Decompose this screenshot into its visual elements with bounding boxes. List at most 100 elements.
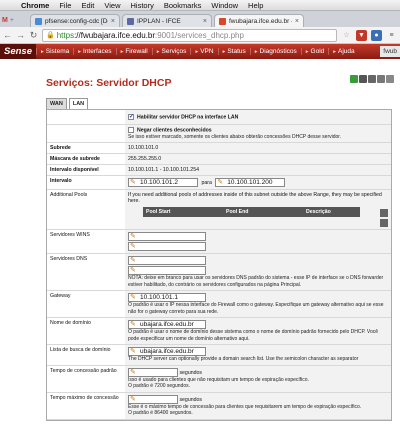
subnet-row: Subrede 10.100.101.0 [47,143,391,155]
enable-row: Habilitar servidor DHCP na interface LAN [47,110,391,126]
interface-tabs: WAN LAN [46,98,392,109]
extension-icon[interactable]: ● [371,29,382,41]
max-lease-input[interactable]: ✎ [128,394,178,404]
pools-row: Additional Pools If you need additional … [47,190,391,231]
enable-label: Habilitar servidor DHCP na interface LAN [137,114,239,121]
nav-vpn[interactable]: ▸ VPN [190,48,217,55]
lease-label: Tempo de concessão padrão [47,365,125,392]
menu-history[interactable]: History [131,1,154,10]
lease-row: Tempo de concessão padrão ✎ segundos Iss… [47,365,391,393]
status-icon[interactable] [350,75,358,83]
nav-interfaces[interactable]: ▸ Interfaces [73,48,115,55]
enable-dhcp-checkbox[interactable] [128,113,134,120]
dns-server-2-input[interactable]: ✎ [128,266,206,276]
deny-help: Se isso estiver marcado, somente os clie… [128,133,342,140]
dns-label: Servidores DNS [47,254,125,291]
tab-wan[interactable]: WAN [46,98,67,109]
browser-tab[interactable]: pfsense:config-cdc [Docu... × [30,14,120,27]
browser-tab-active[interactable]: fwubajara.ifce.edu.br - Se... × [214,14,304,27]
gateway-input[interactable]: ✎ 10.100.101.1 [128,293,206,303]
subnet-label: Subrede [47,143,125,154]
range-available-label: Intervalo disponível [47,165,125,176]
wins-row: Servidores WINS ✎ ✎ [47,230,391,255]
menu-file[interactable]: File [59,1,71,10]
pencil-icon: ✎ [130,179,136,187]
help-icon[interactable] [386,75,394,83]
log-icon[interactable] [359,75,367,83]
pfsense-logo[interactable]: Sense [0,44,36,59]
close-tab-icon[interactable]: × [203,18,207,25]
nav-gold[interactable]: ▸ Gold [300,48,329,55]
menu-view[interactable]: View [104,1,120,10]
lease-input[interactable]: ✎ [128,367,178,377]
url-host: ://fwubajara.ifce.edu.br [74,30,155,40]
gmail-icon[interactable]: M [2,17,8,24]
new-tab-icon[interactable]: + [10,17,14,24]
forward-icon[interactable]: → [16,30,25,40]
pencil-icon: ✎ [130,368,136,376]
graph-icon[interactable] [368,75,376,83]
menu-window[interactable]: Window [211,1,238,10]
range-to-input[interactable]: ✎ 10.100.101.200 [215,178,286,188]
gateway-help: O padrão é usar o IP nessa interface do … [128,302,384,315]
apple-icon[interactable] [4,1,12,9]
wins-server-1-input[interactable]: ✎ [128,232,206,242]
lock-icon: 🔒 [46,32,55,39]
wins-server-2-input[interactable]: ✎ [128,242,206,252]
nav-sistema[interactable]: ▸ Sistema [36,48,73,55]
deny-row: Negar clientes desconhecidos Se isso est… [47,125,391,144]
max-lease-row: Tempo máximo de concessão ✎ segundos Ess… [47,392,391,420]
dns-note: NOTA: deixe em branco para usar os servi… [128,275,384,288]
nav-diagnosticos[interactable]: ▸ Diagnósticos [249,48,301,55]
menu-help[interactable]: Help [248,1,263,10]
domain-label: Nome de domínio [47,318,125,345]
add-pool-icon[interactable] [380,219,388,228]
menu-edit[interactable]: Edit [81,1,94,10]
reload-icon[interactable]: ↻ [29,30,38,41]
deny-unknown-checkbox[interactable] [128,127,134,134]
browser-window: Chrome File Edit View History Bookmarks … [0,0,400,442]
title-toolbar [350,75,394,83]
close-tab-icon[interactable]: × [111,18,115,25]
range-from-input[interactable]: ✎ 10.100.101.2 [128,178,198,188]
menu-bookmarks[interactable]: Bookmarks [164,1,202,10]
app-menu[interactable]: Chrome [21,1,49,10]
star-icon[interactable]: ☆ [341,30,352,41]
pinned-tabs[interactable]: M + [2,14,28,27]
address-bar[interactable]: 🔒 https ://fwubajara.ifce.edu.br :9001/s… [42,28,337,42]
settings-icon[interactable] [377,75,385,83]
pencil-icon: ✎ [130,267,136,275]
back-icon[interactable]: ← [3,30,12,40]
extension-icon[interactable]: ▼ [356,29,367,41]
max-lease-label: Tempo máximo de concessão [47,392,125,419]
browser-tab[interactable]: IPPLAN - IFCE × [122,14,212,27]
search-list-input[interactable]: ✎ ubajara.ifce.edu.br [128,347,206,357]
add-pool-icon[interactable] [380,209,388,218]
search-list-row: Lista de busca de domínio ✎ ubajara.ifce.… [47,345,391,366]
nav-ajuda[interactable]: ▸ Ajuda [328,48,358,55]
lease-help: Isso é usado para clientes que não requi… [128,376,309,390]
page-content: Serviços: Servidor DHCP WAN LAN Habilita… [0,59,400,421]
dhcp-settings-panel: Habilitar servidor DHCP na interface LAN… [46,109,392,421]
max-lease-help: Esse é o máximo tempo de concessão para … [128,403,362,417]
wins-label: Servidores WINS [47,230,125,254]
pencil-icon: ✎ [130,233,136,241]
pencil-icon: ✎ [130,243,136,251]
mask-value: 255.255.255.0 [125,154,391,165]
pfsense-favicon-icon [219,17,226,25]
domain-input[interactable]: ✎ ubajara.ifce.edu.br [128,320,206,330]
domain-row: Nome de domínio ✎ ubajara.ifce.edu.br O p… [47,318,391,346]
tab-label: fwubajara.ifce.edu.br - Se... [229,17,292,25]
pencil-icon: ✎ [130,294,136,302]
nav-status[interactable]: ▸ Status [217,48,250,55]
tab-label: IPPLAN - IFCE [137,17,181,25]
menu-icon[interactable]: ≡ [386,30,397,41]
nav-servicos[interactable]: ▸ Serviços [151,48,191,55]
pfsense-nav: Sense ▸ Sistema ▸ Interfaces ▸ Firewall ▸ Se… [0,44,400,59]
docs-favicon-icon [35,17,42,25]
nav-firewall[interactable]: ▸ Firewall [115,48,152,55]
dns-server-1-input[interactable]: ✎ [128,256,206,266]
tab-lan[interactable]: LAN [68,98,89,109]
search-list-label: Lista de busca de domínio [47,345,125,365]
close-tab-icon[interactable]: × [295,18,299,25]
